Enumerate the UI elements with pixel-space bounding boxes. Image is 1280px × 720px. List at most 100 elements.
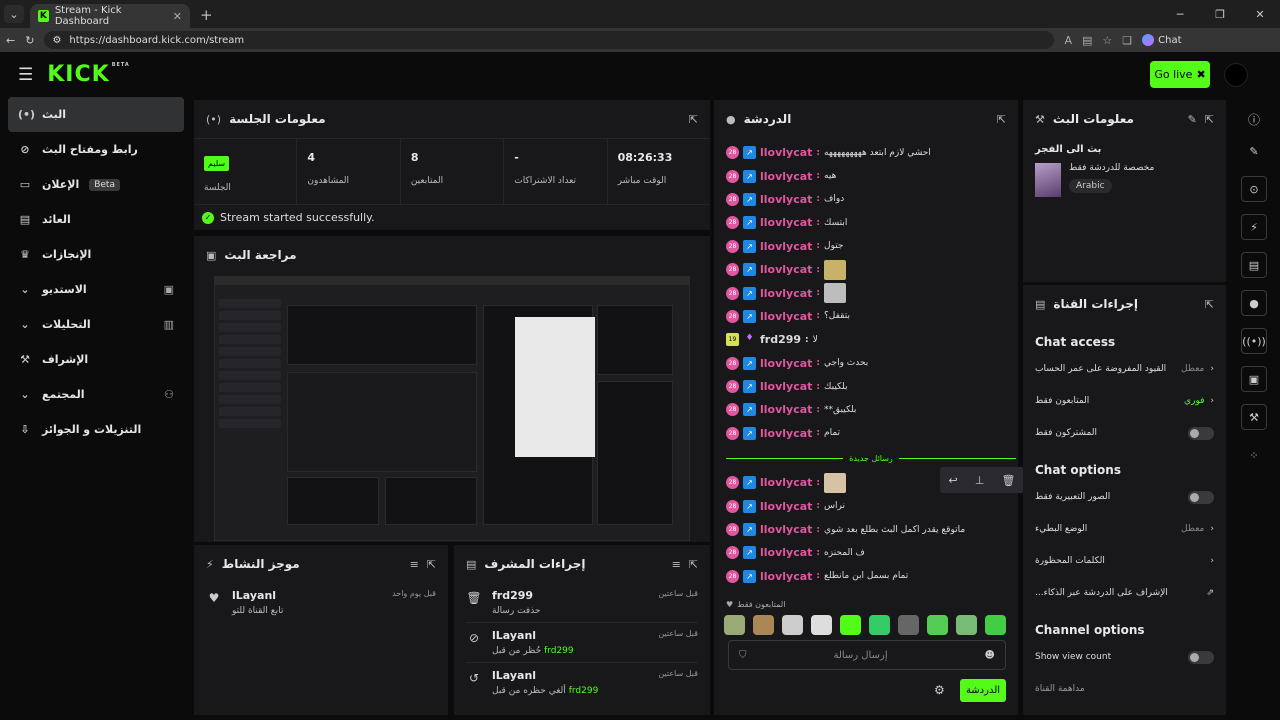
close-tab-icon[interactable]: ✕ xyxy=(173,10,182,23)
chat-username[interactable]: llovlycat xyxy=(760,427,812,440)
reload-icon[interactable]: ↻ xyxy=(25,34,34,47)
trash-icon[interactable]: 🗑 xyxy=(1001,474,1015,487)
toggle-switch[interactable] xyxy=(1188,490,1214,504)
popout-icon[interactable]: ⇱ xyxy=(1205,113,1214,126)
reader-icon[interactable]: ▤ xyxy=(1082,34,1092,47)
emote-button[interactable] xyxy=(724,615,745,635)
chat-username[interactable]: frd299 xyxy=(760,333,801,346)
signal-icon[interactable]: ((•)) xyxy=(1241,328,1267,354)
chat-message[interactable]: 28 ↗ llovlycat: نراس xyxy=(726,494,1016,517)
chat-message[interactable]: 28 ↗ llovlycat: بلكيبك xyxy=(726,375,1016,398)
minimize-button[interactable]: ─ xyxy=(1160,8,1200,21)
chat-message[interactable]: 28 ↗ llovlycat: **بلكيبق xyxy=(726,398,1016,421)
toggle-switch[interactable] xyxy=(1188,650,1214,664)
avatar[interactable] xyxy=(1224,63,1248,87)
chat-message[interactable]: 28 ↗ llovlycat: دواف xyxy=(726,188,1016,211)
emote-button[interactable] xyxy=(840,615,861,635)
camera-icon[interactable]: ⊙ xyxy=(1241,176,1267,202)
chat-message[interactable]: 28 ↗ llovlycat: ابتسك xyxy=(726,211,1016,234)
edit-icon[interactable]: ✎ xyxy=(1188,113,1197,126)
popout-icon[interactable]: ⇱ xyxy=(997,113,1006,126)
chat-username[interactable]: llovlycat xyxy=(760,287,812,300)
setting-row[interactable]: ...الإشراف على الدردشة عبر الذكاء ⇗ xyxy=(1035,577,1214,609)
chat-username[interactable]: llovlycat xyxy=(760,546,812,559)
sidebar-item-achievements[interactable]: ♛ الإنجازات xyxy=(8,237,184,272)
filter-icon[interactable]: ≡ xyxy=(672,558,681,571)
chat-message[interactable]: 28 ↗ llovlycat: بتقفل؟ xyxy=(726,305,1016,328)
chat-username[interactable]: llovlycat xyxy=(760,146,812,159)
translate-icon[interactable]: A xyxy=(1064,34,1072,47)
setting-row[interactable]: الوضع البطيء معطل › xyxy=(1035,513,1214,545)
pin-icon[interactable]: ⊥ xyxy=(975,474,985,487)
sidebar-item-analytics[interactable]: ⌄ التحليلات ▥ xyxy=(8,307,184,342)
feed-moderator[interactable]: frd299 xyxy=(569,686,599,696)
setting-row[interactable]: المتابعون فقط فوري › xyxy=(1035,385,1214,417)
shield-icon[interactable]: ⛉ xyxy=(739,650,747,661)
chat-username[interactable]: llovlycat xyxy=(760,476,812,489)
url-field[interactable]: ⚙ https://dashboard.kick.com/stream xyxy=(44,31,1055,49)
edit-icon[interactable]: ✎ xyxy=(1241,138,1267,164)
maximize-button[interactable]: ❐ xyxy=(1200,8,1240,21)
sidebar-item-stream[interactable]: (•) البث xyxy=(8,97,184,132)
sidebar-item-link[interactable]: ⊘ رابط ومفتاح البث xyxy=(8,132,184,167)
collections-icon[interactable]: ❏ xyxy=(1122,34,1132,47)
emote-button[interactable] xyxy=(927,615,948,635)
menu-icon[interactable]: ☰ xyxy=(18,65,33,85)
screen-icon[interactable]: ▣ xyxy=(1241,366,1267,392)
browser-tab[interactable]: K Stream - Kick Dashboard ✕ xyxy=(30,4,190,28)
chat-username[interactable]: llovlycat xyxy=(760,357,812,370)
sidebar-item-ads[interactable]: ▭ الإعلان Beta xyxy=(8,167,184,202)
emote-button[interactable] xyxy=(985,615,1006,635)
favorite-icon[interactable]: ☆ xyxy=(1102,34,1112,47)
sidebar-item-studio[interactable]: ⌄ الاستديو ▣ xyxy=(8,272,184,307)
chat-username[interactable]: llovlycat xyxy=(760,170,812,183)
sidebar-item-drops[interactable]: ⇩ التنزيلات و الجوائز xyxy=(8,412,184,447)
emote-button[interactable] xyxy=(782,615,803,635)
chat-username[interactable]: llovlycat xyxy=(760,310,812,323)
info-icon[interactable]: ⓘ xyxy=(1234,100,1274,138)
popout-icon[interactable]: ⇱ xyxy=(689,558,698,571)
emote-button[interactable] xyxy=(753,615,774,635)
popout-icon[interactable]: ⇱ xyxy=(427,558,436,571)
close-window-button[interactable]: ✕ xyxy=(1240,8,1280,21)
chat-message[interactable]: 28 ↗ llovlycat: جتول xyxy=(726,235,1016,258)
new-tab-button[interactable]: + xyxy=(200,6,213,24)
setting-row[interactable]: الكلمات المحظورة › xyxy=(1035,545,1214,577)
wrench-icon[interactable]: ⚒ xyxy=(1241,404,1267,430)
site-info-icon[interactable]: ⚙ xyxy=(52,35,61,46)
chat-username[interactable]: llovlycat xyxy=(760,403,812,416)
chat-message[interactable]: 28 ↗ llovlycat: ماتوقع يقدر اكمل البث بطلع … xyxy=(726,518,1016,541)
filter-icon[interactable]: ≡ xyxy=(410,558,419,571)
stream-preview-video[interactable] xyxy=(214,276,690,541)
chat-message[interactable]: 28 ↗ llovlycat: xyxy=(726,281,1016,304)
bolt-icon[interactable]: ⚡ xyxy=(1241,214,1267,240)
copilot-chat-button[interactable]: Chat xyxy=(1142,34,1182,46)
chat-message[interactable]: 28 ↗ llovlycat: ف المحنزه xyxy=(726,541,1016,564)
popout-icon[interactable]: ⇱ xyxy=(1205,298,1214,311)
chat-username[interactable]: llovlycat xyxy=(760,380,812,393)
chat-username[interactable]: llovlycat xyxy=(760,570,812,583)
emote-button[interactable] xyxy=(956,615,977,635)
chat-username[interactable]: llovlycat xyxy=(760,523,812,536)
chat-username[interactable]: llovlycat xyxy=(760,216,812,229)
setting-row[interactable]: مداهمة القناة xyxy=(1035,673,1214,705)
sidebar-item-revenue[interactable]: ▤ العائد xyxy=(8,202,184,237)
chat-username[interactable]: llovlycat xyxy=(760,500,812,513)
chat-message[interactable]: 28 ↗ llovlycat: xyxy=(726,258,1016,281)
chat-bubble-icon[interactable]: ● xyxy=(1241,290,1267,316)
chat-message[interactable]: 28 ↗ llovlycat: احشي لازم ابتعد هههههههههه xyxy=(726,141,1016,164)
chat-message[interactable]: 19 ♦ frd299: لا xyxy=(726,328,1016,351)
reply-icon[interactable]: ↩ xyxy=(949,474,958,487)
gear-icon[interactable]: ⚙ xyxy=(934,683,945,697)
send-chat-button[interactable]: الدردشة xyxy=(960,679,1006,702)
tab-search-button[interactable]: ⌄ xyxy=(4,5,24,23)
emote-button[interactable] xyxy=(811,615,832,635)
emoji-icon[interactable]: ☻ xyxy=(985,650,995,661)
chat-username[interactable]: llovlycat xyxy=(760,263,812,276)
chat-message[interactable]: 28 ↗ llovlycat: هيه xyxy=(726,164,1016,187)
chat-message[interactable]: 28 ↗ llovlycat: بحدث واجي xyxy=(726,352,1016,375)
chat-input[interactable]: ⛉ إرسال رسالة ☻ xyxy=(728,640,1006,670)
popout-icon[interactable]: ⇱ xyxy=(689,113,698,126)
chat-username[interactable]: llovlycat xyxy=(760,193,812,206)
sidebar-item-community[interactable]: ⌄ المجتمع ⚇ xyxy=(8,377,184,412)
